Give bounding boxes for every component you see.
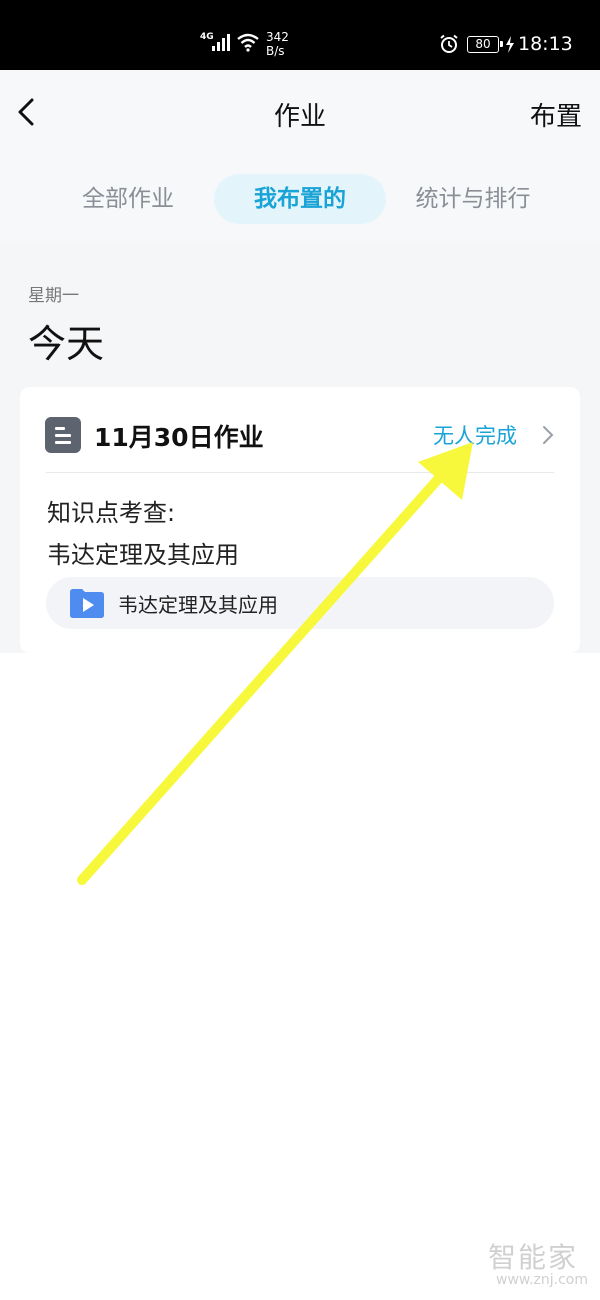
assign-button[interactable]: 布置 bbox=[530, 96, 582, 133]
speed-unit: B/s bbox=[266, 44, 285, 58]
day-title: 今天 bbox=[28, 322, 105, 366]
app-header: 作业 布置 全部作业 我布置的 统计与排行 bbox=[0, 70, 600, 243]
chevron-right-icon[interactable] bbox=[541, 425, 555, 445]
weekday-label: 星期一 bbox=[28, 286, 79, 306]
homework-list: 星期一 今天 11月30日作业 无人完成 知识点考查: 韦达定理及其应用 韦达定… bbox=[0, 243, 600, 653]
knowledge-point-label: 知识点考查: bbox=[47, 499, 176, 527]
tab-bar: 全部作业 我布置的 统计与排行 bbox=[0, 174, 600, 226]
knowledge-point-value: 韦达定理及其应用 bbox=[47, 541, 239, 569]
divider bbox=[46, 472, 554, 473]
resource-item[interactable]: 韦达定理及其应用 bbox=[46, 577, 554, 629]
battery-indicator: 80 bbox=[467, 36, 503, 53]
speed-value: 342 bbox=[266, 30, 289, 44]
clock: 18:13 bbox=[518, 33, 573, 55]
alarm-icon bbox=[440, 34, 458, 53]
tab-stats-ranking[interactable]: 统计与排行 bbox=[396, 174, 550, 224]
tab-my-assigned[interactable]: 我布置的 bbox=[214, 174, 386, 224]
signal-icon bbox=[212, 34, 230, 51]
homework-title: 11月30日作业 bbox=[94, 423, 264, 452]
wifi-icon bbox=[237, 33, 259, 52]
page-title: 作业 bbox=[273, 102, 326, 132]
document-icon bbox=[45, 417, 81, 453]
watermark-logo: 智能家 bbox=[488, 1241, 579, 1274]
status-bar: 4G 342 B/s 80 18:13 bbox=[0, 0, 600, 70]
network-speed: 342 B/s bbox=[266, 30, 289, 58]
video-folder-icon bbox=[70, 589, 104, 618]
homework-card[interactable]: 11月30日作业 无人完成 知识点考查: 韦达定理及其应用 韦达定理及其应用 bbox=[20, 387, 580, 653]
completion-status-link[interactable]: 无人完成 bbox=[433, 420, 517, 450]
watermark-url: www.znj.com bbox=[496, 1272, 588, 1288]
resource-label: 韦达定理及其应用 bbox=[118, 593, 278, 617]
charging-icon bbox=[506, 36, 514, 53]
tab-all-homework[interactable]: 全部作业 bbox=[58, 174, 198, 224]
